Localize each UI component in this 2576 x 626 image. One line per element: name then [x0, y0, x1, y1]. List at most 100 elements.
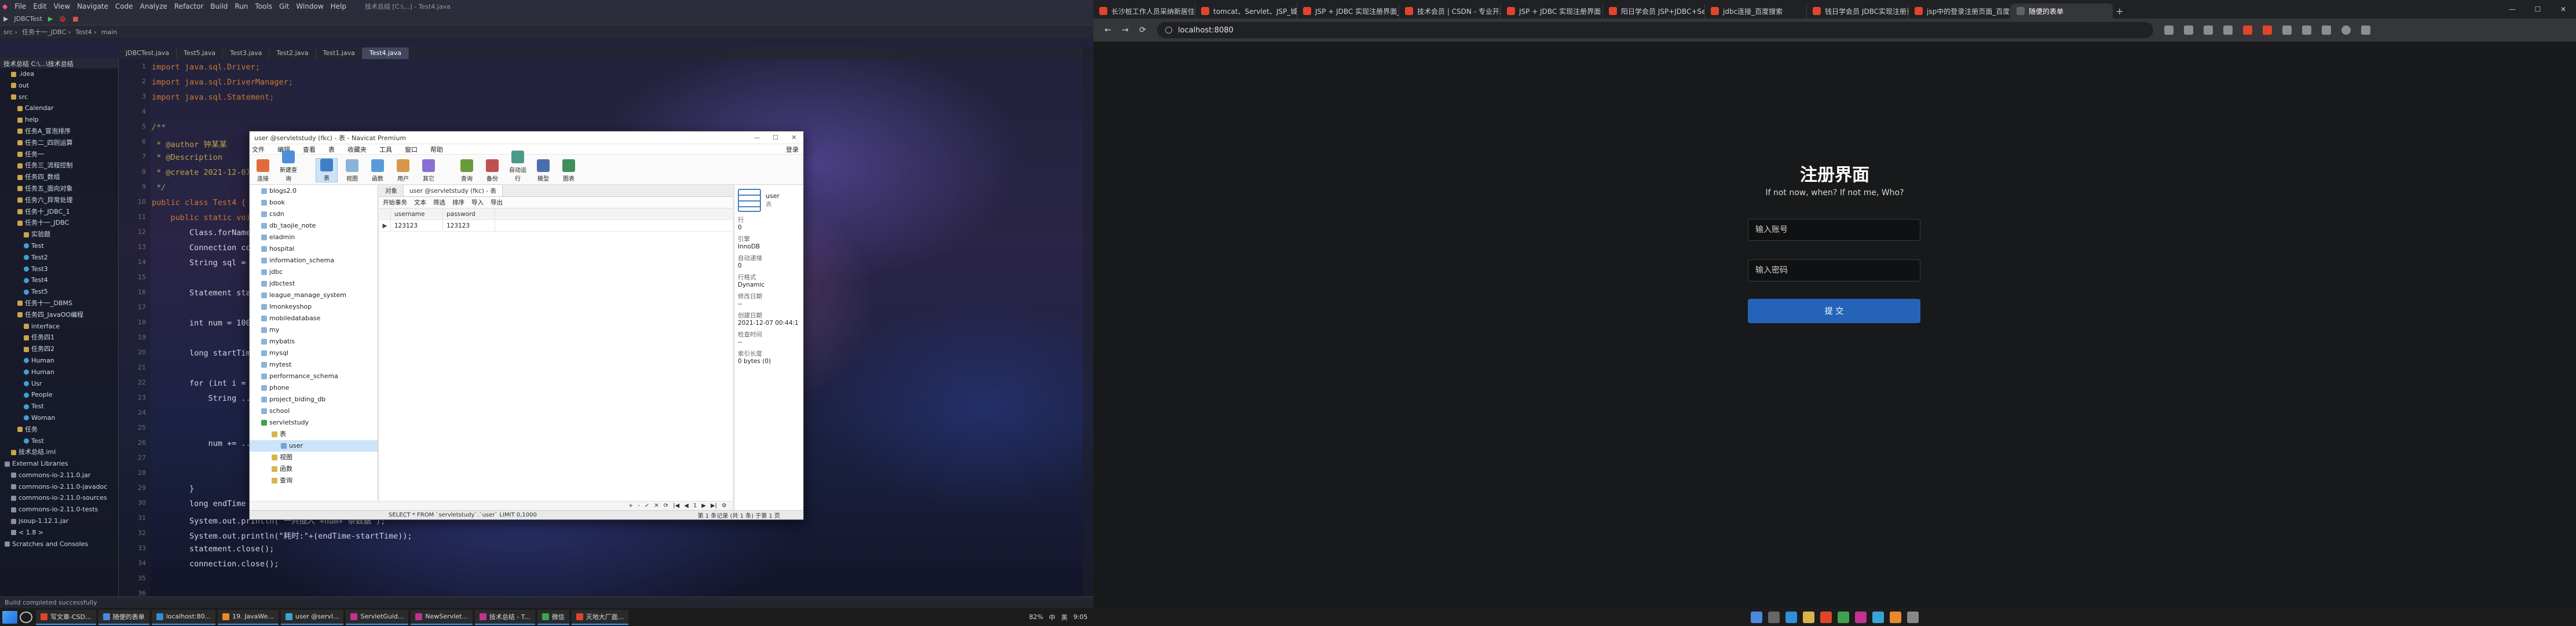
editor-tab[interactable]: Test2.java: [269, 47, 316, 59]
navicat-tab[interactable]: user @servletstudy (fkc) - 表: [404, 185, 503, 196]
settings-icon[interactable]: [2302, 25, 2311, 35]
start-icon[interactable]: [1751, 611, 1762, 623]
menu-item-file[interactable]: File: [14, 2, 26, 10]
extension-icon[interactable]: [2184, 25, 2193, 35]
taskbar-item[interactable]: 微信: [537, 609, 569, 625]
navicat-menu-item[interactable]: 窗口: [405, 145, 418, 154]
close-icon[interactable]: ✕: [2551, 5, 2576, 13]
stop-icon[interactable]: ■: [72, 15, 78, 23]
database-item[interactable]: project_biding_db: [250, 394, 378, 405]
column-header[interactable]: password: [443, 208, 495, 219]
browser-tab[interactable]: jsp中的登录注册页面_百度搜索: [1909, 3, 2011, 19]
project-tree-item[interactable]: 任务十_JDBC_1: [0, 206, 118, 218]
browser-tab[interactable]: 随便的表单: [2011, 3, 2113, 19]
browser-tab[interactable]: 钱日学会员 JDBC实现注册页...: [1807, 3, 1909, 19]
grid-toolbar-button[interactable]: 导入: [471, 198, 484, 207]
db-category[interactable]: 视图: [250, 452, 378, 463]
project-tree-item[interactable]: 任务四2: [0, 343, 118, 355]
grid-footer-button[interactable]: ✓: [645, 503, 649, 509]
project-tree-item[interactable]: 任务: [0, 424, 118, 435]
taskbar-item[interactable]: ServletGuid...: [346, 609, 409, 625]
database-item[interactable]: book: [250, 197, 378, 208]
database-item[interactable]: mysql: [250, 347, 378, 359]
ribbon-button[interactable]: 查询: [456, 159, 478, 182]
account-input[interactable]: [1748, 219, 1920, 241]
db-category[interactable]: 查询: [250, 475, 378, 486]
database-item[interactable]: performance_schema: [250, 371, 378, 382]
ribbon-button[interactable]: 新建查询: [277, 151, 299, 182]
browser-tab[interactable]: 长沙桩工作人员采纳新居住区/长...: [1093, 3, 1195, 19]
project-tree-item[interactable]: src: [0, 91, 118, 103]
project-tree-item[interactable]: Test: [0, 435, 118, 447]
extension-icon[interactable]: [2204, 25, 2213, 35]
grid-footer-button[interactable]: ▶|: [711, 503, 717, 509]
project-tree-item[interactable]: 实验题: [0, 229, 118, 240]
taskbar-item[interactable]: NewServlet...: [411, 609, 473, 625]
breadcrumb-item[interactable]: main: [101, 28, 117, 36]
taskbar-item[interactable]: 灭地大厂面...: [571, 609, 629, 625]
ribbon-button[interactable]: 函数: [367, 159, 389, 182]
project-tree-item[interactable]: .idea: [0, 68, 118, 80]
taskbar-item[interactable]: localhost:80...: [151, 609, 216, 625]
taskbar-item[interactable]: 写文章-CSD...: [36, 609, 96, 625]
ribbon-button[interactable]: 模型: [532, 159, 554, 182]
project-tree-item[interactable]: 任务三_流程控制: [0, 160, 118, 171]
grid-toolbar-button[interactable]: 排序: [452, 198, 464, 207]
project-tree-item[interactable]: Human: [0, 355, 118, 367]
ribbon-button[interactable]: 自动运行: [507, 151, 529, 182]
ribbon-button[interactable]: 表: [316, 158, 338, 182]
database-item[interactable]: phone: [250, 382, 378, 394]
grid-cell[interactable]: 123123: [443, 220, 495, 231]
ribbon-button[interactable]: 图表: [558, 159, 580, 182]
database-item[interactable]: hospital: [250, 243, 378, 255]
taskbar-item[interactable]: 技术总结 - T...: [474, 609, 535, 625]
reload-icon[interactable]: ⟳: [1134, 25, 1151, 35]
project-tree-item[interactable]: jsoup-1.12.1.jar: [0, 515, 118, 527]
database-item[interactable]: league_manage_system: [250, 290, 378, 301]
navicat-menu-item[interactable]: 表: [328, 145, 335, 154]
grid-toolbar-button[interactable]: 导出: [491, 198, 503, 207]
editor-tab[interactable]: Test1.java: [316, 47, 363, 59]
address-bar[interactable]: localhost:8080: [1157, 22, 2153, 38]
submit-button[interactable]: 提 交: [1748, 299, 1920, 323]
extension-icon[interactable]: [2223, 25, 2233, 35]
maximize-icon[interactable]: ☐: [766, 134, 785, 141]
database-item[interactable]: information_schema: [250, 255, 378, 266]
project-tree-item[interactable]: commons-io-2.11.0.jar: [0, 470, 118, 481]
project-tree-item[interactable]: Test: [0, 240, 118, 252]
intellij-icon[interactable]: [1855, 611, 1867, 623]
editor-tab[interactable]: Test5.java: [177, 47, 224, 59]
grid-footer-button[interactable]: ⟳: [664, 503, 668, 509]
menu-item-window[interactable]: Window: [296, 2, 323, 10]
database-item[interactable]: school: [250, 405, 378, 417]
password-input[interactable]: [1748, 259, 1920, 281]
project-tree-item[interactable]: 任务A_冒泡排序: [0, 126, 118, 137]
project-tree-item[interactable]: Scratches and Consoles: [0, 539, 118, 550]
taskbar-item[interactable]: 19. JavaWe...: [218, 609, 279, 625]
grid-footer-button[interactable]: ⚙: [722, 503, 727, 509]
menu-item-code[interactable]: Code: [115, 2, 133, 10]
tray-item[interactable]: 英: [1061, 613, 1067, 622]
database-item[interactable]: eladmin: [250, 232, 378, 243]
table-row[interactable]: ▶ 123123 123123: [379, 220, 733, 232]
column-header[interactable]: username: [391, 208, 443, 219]
ribbon-button[interactable]: 备份: [481, 159, 503, 182]
menu-item-run[interactable]: Run: [235, 2, 248, 10]
navicat-menu-item[interactable]: 文件: [252, 145, 265, 154]
ribbon-button[interactable]: 用户: [392, 159, 414, 182]
taskbar-app-icon[interactable]: [1907, 611, 1919, 623]
browser-tab[interactable]: tomcat、Servlet、JSP_城域网...: [1195, 3, 1297, 19]
project-tree-item[interactable]: commons-io-2.11.0-javadoc: [0, 481, 118, 493]
tray-item[interactable]: 9:05: [1073, 613, 1088, 621]
minimize-icon[interactable]: —: [748, 134, 766, 141]
database-item[interactable]: jdbctest: [250, 278, 378, 290]
breadcrumb-item[interactable]: Test4 ›: [75, 28, 97, 36]
browser-tab[interactable]: 阳日学会员 JSP+JDBC+Servlet...: [1603, 3, 1705, 19]
project-tree-item[interactable]: 任务一: [0, 149, 118, 160]
minimize-icon[interactable]: —: [2500, 5, 2525, 13]
project-tree-item[interactable]: Test4: [0, 274, 118, 286]
db-category[interactable]: 表: [250, 429, 378, 440]
grid-toolbar-button[interactable]: 文本: [414, 198, 426, 207]
edge-icon[interactable]: [1785, 611, 1797, 623]
menu-icon[interactable]: [2361, 25, 2370, 35]
